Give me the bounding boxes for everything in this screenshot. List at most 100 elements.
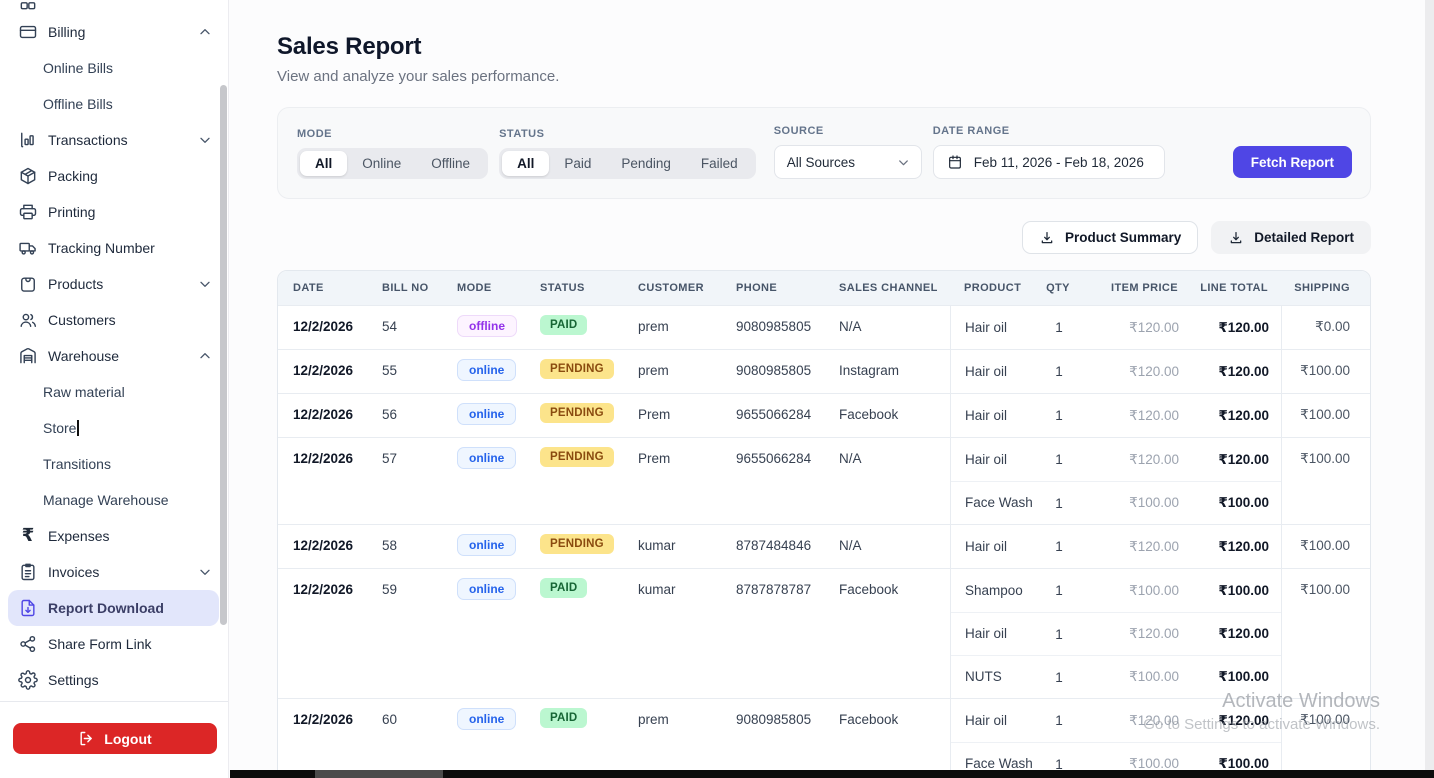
sidebar-item-printing[interactable]: Printing <box>8 194 219 230</box>
printing-icon <box>18 202 38 222</box>
cell-phone: 9655066284 <box>736 438 839 524</box>
cell-mode: online <box>457 394 540 437</box>
cell-mode: online <box>457 525 540 568</box>
sidebar-item-expenses[interactable]: ₹Expenses <box>8 518 219 554</box>
sidebar-item-offline-bills[interactable]: Offline Bills <box>8 86 219 122</box>
sidebar-item-share-form-link[interactable]: Share Form Link <box>8 626 219 662</box>
sidebar-item-label: Transactions <box>48 132 128 148</box>
sidebar-item-store[interactable]: Store <box>8 410 219 446</box>
table-row-bill-55[interactable]: 12/2/202655onlinePENDINGprem9080985805In… <box>278 349 1370 393</box>
sidebar-item-transitions[interactable]: Transitions <box>8 446 219 482</box>
table-row-bill-54[interactable]: 12/2/202654offlinePAIDprem9080985805N/AH… <box>278 305 1370 349</box>
horizontal-scrollbar-thumb[interactable] <box>315 770 443 778</box>
sidebar-item-products[interactable]: Products <box>8 266 219 302</box>
sidebar-item-report-download[interactable]: Report Download <box>8 590 219 626</box>
product-row: Hair oil1₹120.00₹120.00 <box>951 699 1281 742</box>
chevron-down-icon <box>197 132 213 148</box>
sidebar-item-label: Billing <box>48 24 85 40</box>
sidebar-item-online-bills[interactable]: Online Bills <box>8 50 219 86</box>
source-select[interactable]: All Sources <box>774 145 922 179</box>
sidebar-item-invoices[interactable]: Invoices <box>8 554 219 590</box>
product-row: Shampoo1₹100.00₹100.00 <box>951 569 1281 612</box>
cell-mode: offline <box>457 306 540 349</box>
column-header: SALES CHANNEL <box>839 282 950 294</box>
export-buttons-row: Product Summary Detailed Report <box>277 221 1371 254</box>
logout-button[interactable]: Logout <box>13 723 217 754</box>
sidebar-item-customers[interactable]: Customers <box>8 302 219 338</box>
sidebar-item-raw-material[interactable]: Raw material <box>8 374 219 410</box>
product-summary-button[interactable]: Product Summary <box>1022 221 1198 254</box>
cell-sales-channel: N/A <box>839 438 950 524</box>
sidebar-item-clipped-top[interactable] <box>8 2 219 14</box>
column-header: MODE <box>457 282 540 294</box>
chevron-down-icon <box>896 155 911 170</box>
sidebar-scrollbar-thumb[interactable] <box>220 85 227 625</box>
sidebar-item-packing[interactable]: Packing <box>8 158 219 194</box>
products-block: Hair oil1₹120.00₹120.00Face Wash1₹100.00… <box>950 699 1282 778</box>
mode-badge: online <box>457 403 516 425</box>
cell-bill-no: 56 <box>382 394 457 437</box>
mode-filter-option-offline[interactable]: Offline <box>416 151 485 176</box>
cell-customer: kumar <box>638 569 736 698</box>
mode-filter-option-all[interactable]: All <box>300 151 347 176</box>
cell-qty: 1 <box>1035 583 1083 598</box>
status-filter-option-paid[interactable]: Paid <box>549 151 606 176</box>
sidebar-item-label: Settings <box>48 672 99 688</box>
main-content: Sales Report View and analyze your sales… <box>230 0 1434 778</box>
mode-filter-option-online[interactable]: Online <box>347 151 416 176</box>
date-range-input[interactable]: Feb 11, 2026 - Feb 18, 2026 <box>933 145 1165 179</box>
report-icon <box>18 598 38 618</box>
cell-qty: 1 <box>1035 496 1083 511</box>
fetch-report-button[interactable]: Fetch Report <box>1233 146 1352 178</box>
cell-product: Hair oil <box>965 712 1035 730</box>
cell-item-price: ₹120.00 <box>1083 364 1179 380</box>
product-row: Hair oil1₹120.00₹120.00 <box>951 394 1281 437</box>
sidebar-item-warehouse[interactable]: Warehouse <box>8 338 219 374</box>
cell-sales-channel: Instagram <box>839 350 950 393</box>
mode-filter-group: MODE AllOnlineOffline <box>297 128 488 179</box>
column-header: QTY <box>1034 282 1082 294</box>
sidebar-item-settings[interactable]: Settings <box>8 662 219 698</box>
table-row-bill-60[interactable]: 12/2/202660onlinePAIDprem9080985805Faceb… <box>278 698 1370 778</box>
sidebar-item-manage-warehouse[interactable]: Manage Warehouse <box>8 482 219 518</box>
cell-line-total: ₹120.00 <box>1179 452 1269 468</box>
sidebar-item-label: Raw material <box>43 384 125 400</box>
chevron-up-icon <box>197 24 213 40</box>
sidebar-item-label: Warehouse <box>48 348 119 364</box>
cell-product: Shampoo <box>965 582 1035 600</box>
sidebar-item-billing[interactable]: Billing <box>8 14 219 50</box>
invoices-icon <box>18 562 38 582</box>
cell-phone: 8787484846 <box>736 525 839 568</box>
table-row-bill-58[interactable]: 12/2/202658onlinePENDINGkumar8787484846N… <box>278 524 1370 568</box>
cell-status: PENDING <box>540 525 638 568</box>
table-row-bill-57[interactable]: 12/2/202657onlinePENDINGPrem9655066284N/… <box>278 437 1370 524</box>
cell-status: PENDING <box>540 394 638 437</box>
source-select-value: All Sources <box>787 155 855 170</box>
status-filter-option-failed[interactable]: Failed <box>686 151 753 176</box>
status-filter-option-all[interactable]: All <box>502 151 549 176</box>
cell-item-price: ₹120.00 <box>1083 713 1179 729</box>
cell-qty: 1 <box>1035 408 1083 423</box>
horizontal-scrollbar[interactable] <box>230 770 1434 778</box>
cell-line-total: ₹120.00 <box>1179 626 1269 642</box>
sidebar-item-transactions[interactable]: Transactions <box>8 122 219 158</box>
page-vertical-scrollbar[interactable] <box>1425 0 1434 770</box>
table-row-bill-56[interactable]: 12/2/202656onlinePENDINGPrem9655066284Fa… <box>278 393 1370 437</box>
cell-shipping: ₹100.00 <box>1282 525 1371 568</box>
sidebar-item-label: Share Form Link <box>48 636 151 652</box>
product-row: Hair oil1₹120.00₹120.00 <box>951 612 1281 655</box>
cell-phone: 9080985805 <box>736 699 839 778</box>
mode-filter-label: MODE <box>297 128 488 140</box>
table-row-bill-59[interactable]: 12/2/202659onlinePAIDkumar8787878787Face… <box>278 568 1370 698</box>
cell-date: 12/2/2026 <box>278 699 382 778</box>
product-row: Hair oil1₹120.00₹120.00 <box>951 438 1281 481</box>
sidebar-item-label: Store <box>43 420 76 436</box>
cell-item-price: ₹100.00 <box>1083 583 1179 599</box>
cell-status: PAID <box>540 699 638 778</box>
sidebar-item-tracking-number[interactable]: Tracking Number <box>8 230 219 266</box>
detailed-report-button[interactable]: Detailed Report <box>1211 221 1371 254</box>
cell-qty: 1 <box>1035 320 1083 335</box>
status-filter-option-pending[interactable]: Pending <box>606 151 686 176</box>
cell-shipping: ₹100.00 <box>1282 350 1371 393</box>
cell-item-price: ₹120.00 <box>1083 408 1179 424</box>
